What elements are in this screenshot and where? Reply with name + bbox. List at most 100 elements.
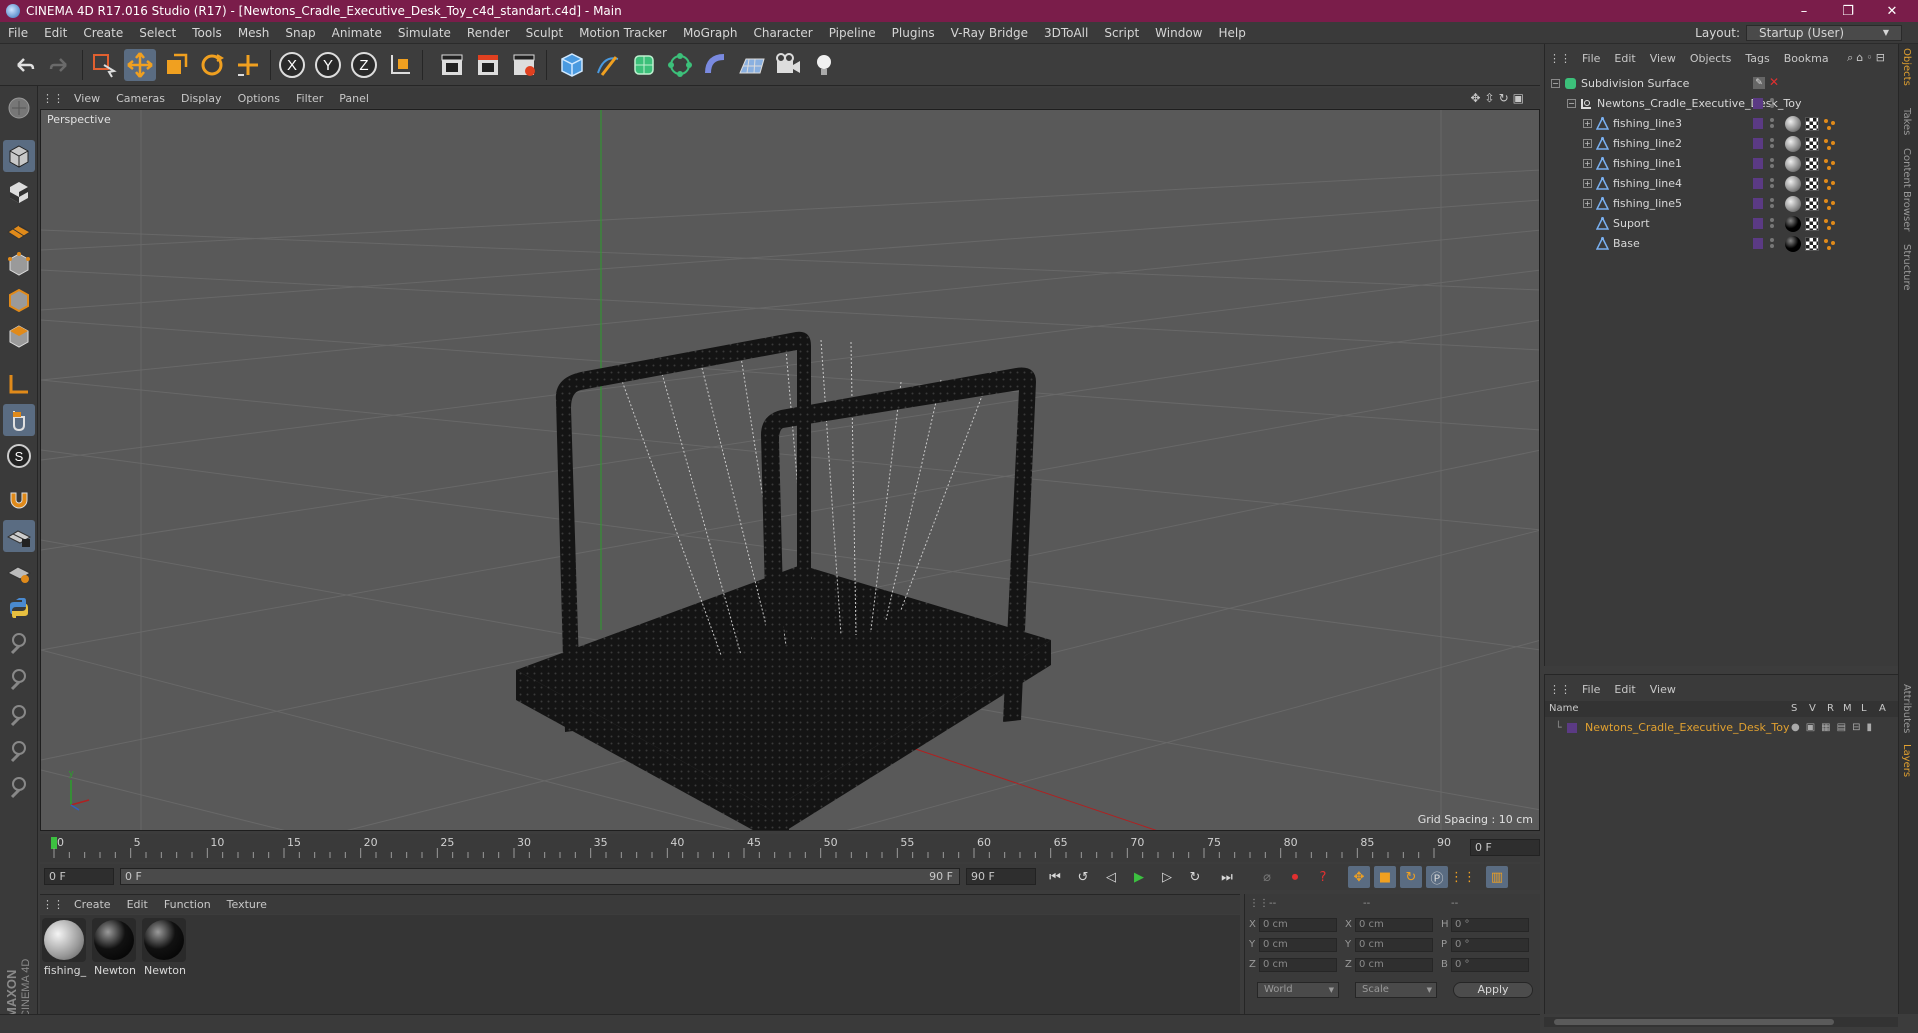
make-editable-button[interactable] [3,92,35,124]
layer-horizontal-scrollbar[interactable] [1544,1017,1898,1027]
model-mode-button[interactable] [3,140,35,172]
texture-tag[interactable] [1805,237,1819,251]
viewport-menu-filter[interactable]: Filter [288,92,331,105]
layer-menu-file[interactable]: File [1575,683,1607,696]
spline-pen-button[interactable] [592,49,624,81]
material-menu-function[interactable]: Function [156,898,219,911]
paint-tool-3-button[interactable] [3,700,35,732]
expand-toggle[interactable]: + [1583,179,1592,188]
menu-mesh[interactable]: Mesh [230,26,278,40]
scrollbar-thumb[interactable] [1554,1019,1834,1025]
visibility-dots[interactable] [1769,237,1775,251]
tab-attributes[interactable]: Attributes [1901,684,1912,733]
timeline-button[interactable]: ▥ [1486,866,1508,888]
python-button[interactable] [3,592,35,624]
texture-tag[interactable] [1805,177,1819,191]
visibility-dots[interactable] [1769,117,1775,131]
object-row[interactable]: + fishing_line1 [1545,154,1899,174]
x-axis-button[interactable]: X [276,49,308,81]
texture-tag[interactable] [1805,117,1819,131]
layer-color-indicator[interactable] [1753,178,1763,189]
material-tag[interactable] [1785,176,1801,192]
selection-tag[interactable] [1823,237,1837,251]
layer-color-indicator[interactable] [1753,158,1763,169]
object-row[interactable]: + fishing_line5 [1545,194,1899,214]
object-row[interactable]: Base [1545,234,1899,254]
object-row[interactable]: + fishing_line3 [1545,114,1899,134]
key-parameter-button[interactable]: Ⓟ [1426,866,1448,888]
menu-plugins[interactable]: Plugins [884,26,943,40]
paint-tool-4-button[interactable] [3,736,35,768]
size-y-field[interactable]: 0 cm [1355,938,1433,952]
rot-p-field[interactable]: 0 ° [1451,938,1529,952]
layer-color-indicator[interactable] [1753,238,1763,249]
layout-dropdown[interactable]: Startup (User) ▼ [1746,25,1902,41]
previous-key-button[interactable]: ↺ [1072,866,1094,888]
object-row[interactable]: + fishing_line4 [1545,174,1899,194]
light-button[interactable] [808,49,840,81]
menu-simulate[interactable]: Simulate [390,26,459,40]
material-tag[interactable] [1785,116,1801,132]
start-frame-field[interactable]: 0 F [44,868,114,885]
visibility-dots[interactable] [1769,157,1775,171]
object-manager-toolbar-icons[interactable]: ⌕⌂◦⊟ [1840,51,1895,65]
layer-toggle-icons[interactable]: ●▣▦▤⊟▮ [1791,722,1878,733]
menu-3dtoall[interactable]: 3DToAll [1036,26,1096,40]
selection-tag[interactable] [1823,177,1837,191]
key-position-button[interactable]: ✥ [1348,866,1370,888]
pos-x-field[interactable]: 0 cm [1259,918,1337,932]
selection-tag[interactable] [1823,157,1837,171]
go-to-start-button[interactable]: ⏮ [1044,866,1066,888]
maximize-button[interactable]: ❐ [1826,0,1870,22]
size-x-field[interactable]: 0 cm [1355,918,1433,932]
camera-button[interactable] [772,49,804,81]
scale-tool-button[interactable] [160,49,192,81]
y-axis-button[interactable]: Y [312,49,344,81]
tab-objects[interactable]: Objects [1901,48,1912,86]
planar-workplane-button[interactable] [3,556,35,588]
paint-tool-5-button[interactable] [3,772,35,804]
menu-file[interactable]: File [0,26,36,40]
tab-layers[interactable]: Layers [1901,744,1912,777]
key-pla-button[interactable]: ⋮⋮ [1450,866,1476,888]
expand-toggle[interactable]: + [1583,139,1592,148]
autokey-button[interactable]: ? [1312,866,1334,888]
object-menu-bookmarks[interactable]: Bookma [1777,52,1836,65]
rot-h-field[interactable]: 0 ° [1451,918,1529,932]
material-menu-edit[interactable]: Edit [119,898,156,911]
layer-menu-view[interactable]: View [1643,683,1683,696]
cube-primitive-button[interactable] [556,49,588,81]
viewport-menu-display[interactable]: Display [173,92,230,105]
layer-color-indicator[interactable] [1753,118,1763,129]
rotate-tool-button[interactable] [196,49,228,81]
object-row[interactable]: + fishing_line2 [1545,134,1899,154]
texture-mode-button[interactable] [3,176,35,208]
coordinate-system-button[interactable] [384,49,416,81]
edges-mode-button[interactable] [3,284,35,316]
menu-window[interactable]: Window [1147,26,1210,40]
close-button[interactable]: ✕ [1870,0,1914,22]
material-swatch[interactable]: Newton [92,918,138,977]
material-swatch[interactable]: fishing_ [42,918,88,977]
viewport-menu-panel[interactable]: Panel [331,92,377,105]
key-rotation-button[interactable]: ↻ [1400,866,1422,888]
points-mode-button[interactable] [3,248,35,280]
viewport-menu-view[interactable]: View [66,92,108,105]
render-picture-viewer-button[interactable] [472,49,504,81]
material-tag[interactable] [1785,236,1801,252]
layer-color-indicator[interactable] [1753,98,1763,109]
array-button[interactable] [664,49,696,81]
paint-tool-1-button[interactable] [3,628,35,660]
object-menu-file[interactable]: File [1575,52,1607,65]
play-button[interactable]: ▶ [1128,866,1150,888]
magnet-button[interactable] [3,484,35,516]
frame-range-slider[interactable]: 0 F 90 F [120,868,960,885]
texture-tag[interactable] [1805,137,1819,151]
menu-script[interactable]: Script [1096,26,1147,40]
expand-toggle[interactable]: + [1583,119,1592,128]
viewport-menu-options[interactable]: Options [230,92,288,105]
size-z-field[interactable]: 0 cm [1355,958,1433,972]
object-row[interactable]: − Newtons_Cradle_Executive_Desk_Toy [1545,94,1899,114]
floor-button[interactable] [736,49,768,81]
deformer-button[interactable] [700,49,732,81]
